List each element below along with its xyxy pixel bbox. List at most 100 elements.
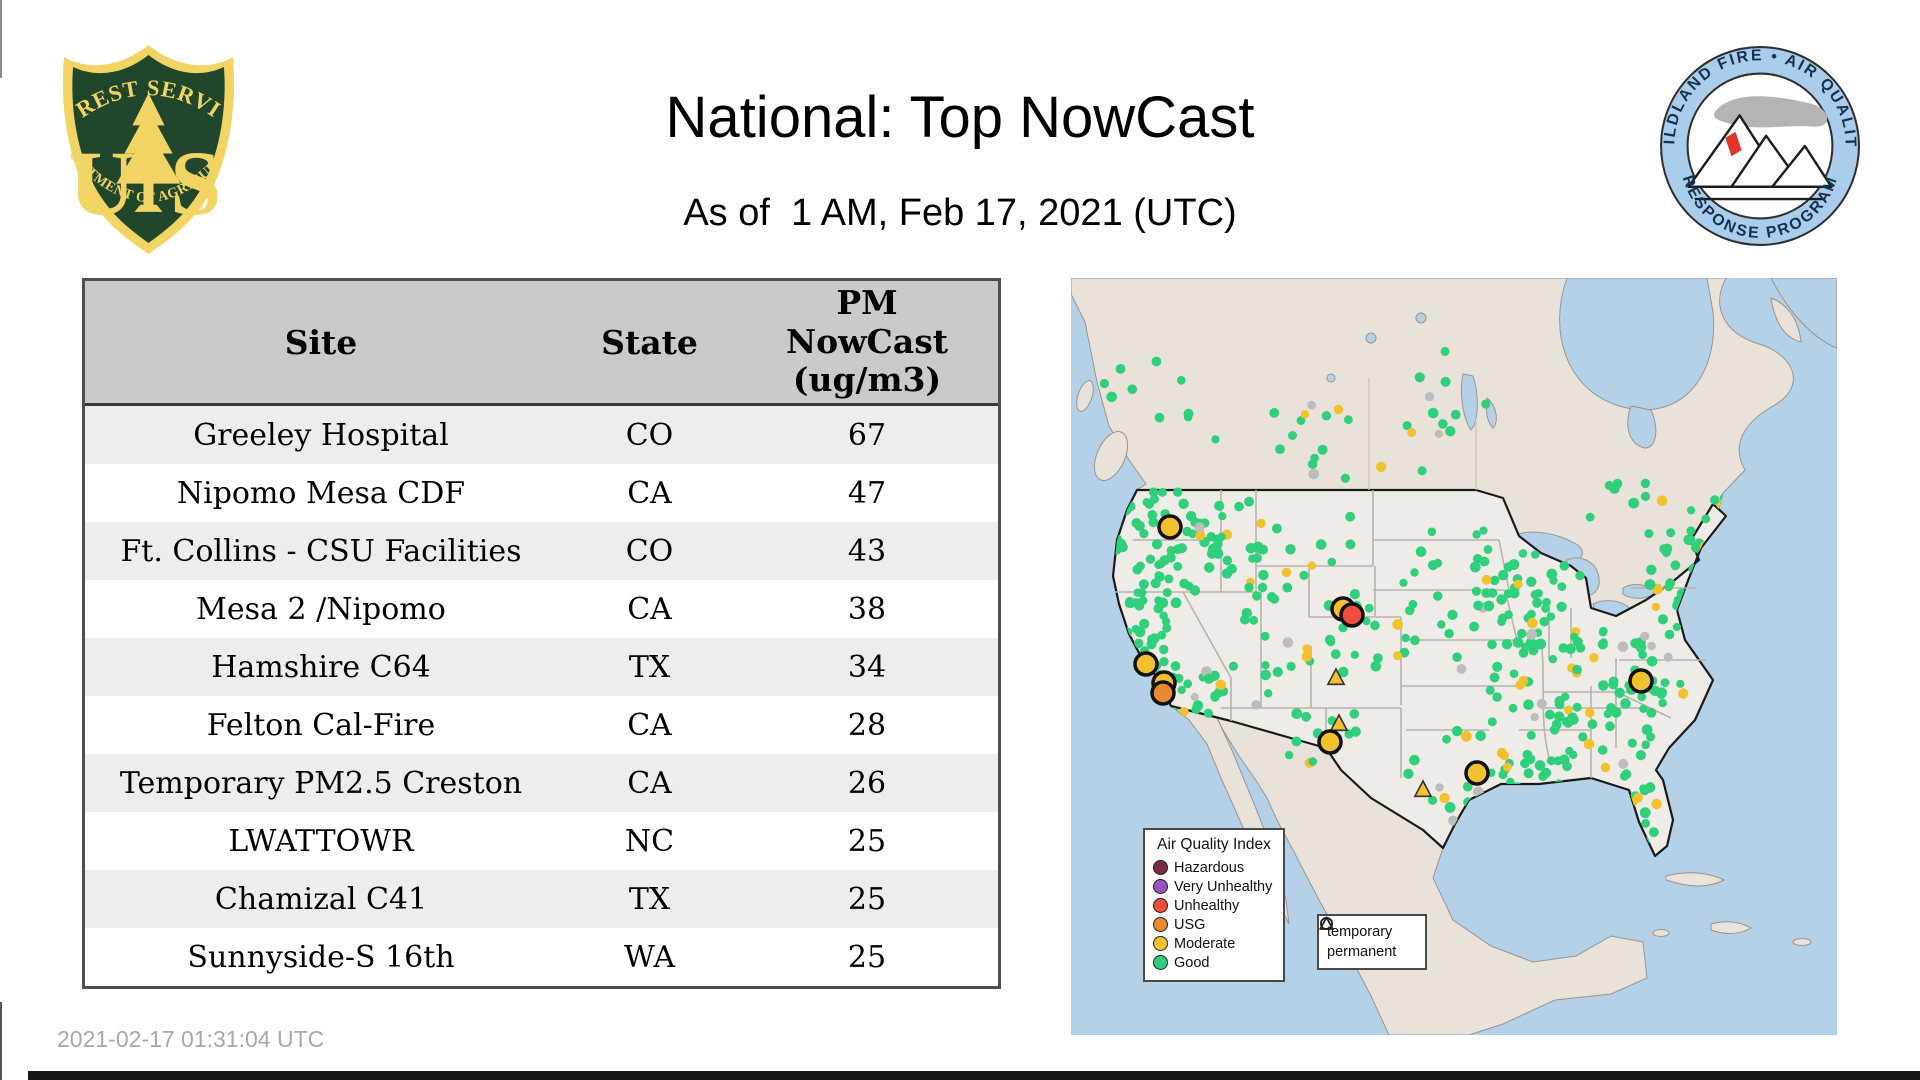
monitor-dot <box>1106 391 1117 403</box>
monitor-dot <box>1485 685 1495 695</box>
window-edge-left-top <box>0 0 2 78</box>
aqi-legend-label: Moderate <box>1174 935 1236 952</box>
monitor-dot <box>1660 678 1670 688</box>
monitor-dot <box>1285 544 1296 555</box>
monitor-dot <box>1559 561 1570 571</box>
monitor-dot <box>1234 501 1244 512</box>
monitor-dot <box>1606 703 1616 713</box>
monitor-dot <box>1599 626 1608 636</box>
dashboard-page: FOREST SERVICE U S DEPARTMENT OF AGRICUL… <box>0 0 1920 1080</box>
monitor-dot <box>1261 661 1270 670</box>
marker-type-legend: temporary permanent <box>1317 914 1427 970</box>
monitor-dot <box>1183 408 1194 419</box>
monitor-dot <box>1154 571 1163 580</box>
monitor-dot <box>1308 468 1319 480</box>
monitor-dot <box>1609 483 1620 494</box>
cell-site: Ft. Collins - CSU Facilities <box>120 533 522 569</box>
column-header-site: Site <box>284 322 358 362</box>
column-header-state: State <box>601 322 698 362</box>
monitor-dot <box>1523 699 1534 710</box>
monitor-dot <box>1641 740 1651 749</box>
aqi-color-dot-icon <box>1153 955 1168 970</box>
monitor-dot <box>1244 496 1255 507</box>
monitor-dot <box>1451 725 1463 737</box>
monitor-dot <box>1701 514 1711 524</box>
monitor-dot <box>1641 819 1650 828</box>
monitor-dot <box>1621 769 1632 780</box>
monitor-dot <box>1553 756 1563 766</box>
monitor-dot <box>1557 582 1567 591</box>
monitor-dot <box>1672 622 1681 632</box>
monitor-dot <box>1663 652 1673 662</box>
monitor-dot <box>1142 498 1151 507</box>
monitor-dot <box>1350 726 1361 737</box>
monitor-dot <box>1244 582 1254 593</box>
monitor-dot <box>1373 653 1383 663</box>
monitor-dot <box>1177 543 1187 554</box>
monitor-dot <box>1403 768 1414 779</box>
cell-state: CA <box>627 765 672 801</box>
wfaqrp-logo-icon: WILDLAND FIRE • AIR QUALITY RESPONSE PRO… <box>1649 31 1860 246</box>
monitor-dot <box>1159 644 1169 655</box>
cell-site: Felton Cal-Fire <box>206 707 436 743</box>
cell-value: 26 <box>847 765 887 801</box>
generated-timestamp: 2021-02-17 01:31:04 UTC <box>57 1026 325 1052</box>
monitor-dot <box>1509 669 1519 678</box>
monitor-dot <box>1496 594 1507 605</box>
cell-value: 43 <box>847 533 887 569</box>
cell-site: Hamshire C64 <box>211 649 431 685</box>
cell-state: TX <box>628 649 671 685</box>
cell-site: LWATTOWR <box>228 823 414 859</box>
top-site-marker <box>1150 680 1176 706</box>
monitor-dot <box>1330 649 1341 660</box>
monitor-dot <box>1656 495 1668 507</box>
monitor-dot <box>1572 664 1582 675</box>
monitor-dot <box>1640 631 1650 641</box>
monitor-dot <box>1192 700 1204 711</box>
top-site-marker <box>1157 514 1183 540</box>
table-row: LWATTOWR NC 25 <box>85 812 998 870</box>
monitor-dot <box>1282 582 1293 593</box>
monitor-dot <box>1154 412 1165 423</box>
monitor-dot <box>1138 579 1149 590</box>
monitor-dot <box>1664 629 1675 640</box>
monitor-dot <box>1260 669 1271 681</box>
monitor-dot <box>1658 698 1667 708</box>
monitor-dot <box>1648 827 1659 838</box>
monitor-dot <box>1148 487 1159 497</box>
table-body: Greeley Hospital CO 67 Nipomo Mesa CDF CA 47 F… <box>85 406 998 986</box>
monitor-dot <box>1687 506 1696 515</box>
monitor-dot <box>1099 378 1109 389</box>
monitor-dot <box>1640 478 1651 489</box>
monitor-dot <box>1271 523 1282 534</box>
table-header-row: Site State PM NowCast (ug/m3) <box>85 281 998 406</box>
monitor-dot <box>1165 552 1176 563</box>
aqi-legend-label: Unhealthy <box>1174 897 1240 914</box>
monitor-dot <box>1300 410 1310 419</box>
monitor-dot <box>1447 609 1458 620</box>
monitor-dot <box>1522 749 1533 760</box>
aqi-legend-label: Very Unhealthy <box>1174 878 1273 895</box>
monitor-dot <box>1501 639 1513 650</box>
monitor-dot <box>1217 532 1226 541</box>
monitor-dot <box>1301 651 1313 662</box>
monitor-dot <box>1438 419 1448 429</box>
wfaqrp-logo: WILDLAND FIRE • AIR QUALITY RESPONSE PRO… <box>1649 31 1862 253</box>
monitor-dot <box>1415 546 1427 557</box>
monitor-dot <box>1228 661 1238 671</box>
monitor-dot <box>1639 704 1648 713</box>
monitor-dot <box>1618 758 1629 769</box>
page-title: National: Top NowCast <box>665 85 1255 150</box>
monitor-dot <box>1496 747 1508 759</box>
monitor-dot <box>1646 656 1658 667</box>
monitor-dot <box>1349 709 1360 719</box>
monitor-dot <box>1523 768 1534 779</box>
monitor-dot <box>1401 633 1410 643</box>
monitor-dot <box>1159 657 1169 667</box>
cell-site: Chamizal C41 <box>214 881 428 917</box>
monitor-dot <box>1286 661 1296 671</box>
monitor-dot <box>1269 408 1280 418</box>
monitor-dot <box>1589 653 1599 663</box>
monitor-dot <box>1536 698 1547 709</box>
monitor-dot <box>1461 730 1472 742</box>
